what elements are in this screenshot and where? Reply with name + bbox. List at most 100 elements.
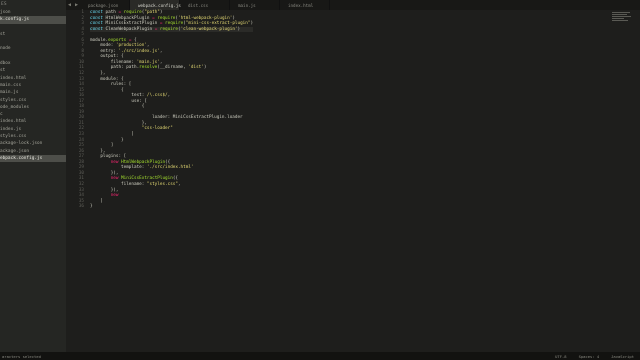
code-token: require [123,10,142,15]
code-token: test: [90,93,147,99]
sidebar-file-item[interactable]: json [0,9,66,16]
sidebar-file-item[interactable]: styles.css [0,97,66,104]
code-token: loader: MiniCssExtractPlugin.loader [90,115,243,121]
encoding-status[interactable]: UTF-8 [549,354,572,359]
sidebar-file-item[interactable]: main.css [0,82,66,89]
code-line[interactable]: const CleanWebpackPlugin = require('clea… [90,26,254,33]
code-token: rules: [ [90,82,132,88]
code-token: path: path. [90,65,140,71]
line-number-gutter: 1 2 3 4 5 6 7 8 9 10 11 12 13 14 15 16 17 18 19 20 21 22 23 24 2… [66,10,86,210]
code-token: HtmlWebpackPlugin [102,15,153,21]
editor-tab[interactable]: dist.css [180,0,230,10]
code-token: "mini-css-extract-plugin" [185,21,251,27]
tab-prev-icon[interactable]: ◀ [66,2,73,8]
sidebar-file-item[interactable]: node [0,45,66,52]
code-token: 'clean-webpack-plugin' [180,26,238,32]
code-token: path [102,10,119,15]
code-token: resolve [139,65,158,71]
code-token: { [90,87,124,93]
code-token: , [146,43,150,49]
editor-tab[interactable]: webpack.config.js [130,0,181,10]
code-token: CleanWebpackPlugin [102,26,155,32]
sidebar-file-item[interactable]: ode_modules [0,104,66,111]
code-token: 'production' [115,43,147,49]
sidebar-file-item[interactable]: index.html [0,75,66,82]
code-token: , [167,93,171,99]
sidebar-file-item[interactable]: main.js [0,89,66,96]
code-token: "path" [144,10,160,15]
sidebar-file-item[interactable]: st [0,67,66,74]
code-token: const [90,10,103,15]
sidebar-file-item[interactable]: c [0,111,66,118]
tab-next-icon[interactable]: ▶ [73,2,80,8]
syntax-status[interactable]: JavaScript [605,354,640,359]
code-token: (__dirname, [157,65,189,71]
code-token: MiniCssExtractPlugin [102,21,160,27]
code-token: ) [237,26,241,32]
indent-status[interactable]: Spaces: 4 [573,354,606,359]
code-token: require [157,15,176,21]
editor-tab[interactable]: package.json [80,0,130,10]
code-token: }, [90,148,106,154]
sidebar-file-item[interactable]: index.html [0,118,66,125]
code-token: module. [90,37,109,43]
selection-status: aracters selected [2,353,41,359]
sidebar-file-item[interactable]: ebpack.config.js [0,154,66,163]
sidebar-file-item[interactable]: ackage-lock.json [0,140,66,147]
code-token: module: { [90,76,124,82]
code-token: "styles.css" [146,181,178,187]
code-token: "css-loader" [141,126,173,132]
code-token: ] [90,198,103,204]
code-token: 'html-webpack-plugin' [177,15,233,21]
code-token: output: { [90,54,124,60]
minimap[interactable] [612,12,632,28]
sidebar-file-item[interactable]: styles.css [0,133,66,140]
sidebar-file-item[interactable] [0,53,66,60]
sidebar-file-item[interactable]: k.config.js [0,16,66,24]
code-token: ) [232,15,235,21]
code-token: filename: [90,181,147,187]
file-tree: json k.config.js st node dbox st index.html mai… [0,9,66,163]
tab-bar: ◀ ▶ package.json webpack.config.js dist.cs… [66,0,640,10]
code-token: const [90,15,103,21]
tab-list: package.json webpack.config.js dist.css mai… [80,0,330,10]
code-line[interactable]: } [90,204,253,210]
code-token: ) [203,65,207,71]
code-token: ) [250,21,254,27]
sidebar-file-item[interactable]: ackage.json [0,148,66,155]
code-token: ({ [172,176,178,182]
code-token: './src/index.js' [118,48,160,54]
code-token: template: [90,165,147,171]
code-token: ] [90,143,114,149]
code-token: }, [90,71,106,77]
code-token: { [131,37,137,43]
code-token: MiniCssExtractPlugin [121,176,173,182]
code-token: exports [108,37,127,43]
sidebar-file-item[interactable]: index.js [0,126,66,133]
code-token: use: [ [90,98,147,104]
file-sidebar: ES json k.config.js st node dbox st index.html… [0,0,66,352]
code-editor[interactable]: 1 2 3 4 5 6 7 8 9 10 11 12 13 14 15 16 17 18 19 20 21 22 23 24 2… [66,10,640,352]
sidebar-file-item[interactable]: st [0,31,66,38]
code-area[interactable]: const path = require("path") const HtmlWe… [90,10,254,210]
code-token: ) [159,10,163,15]
editor-tab[interactable]: index.html [280,0,330,10]
code-token: } [90,204,93,210]
code-token: './src/index.html' [146,165,194,171]
sidebar-file-item[interactable]: dbox [0,60,66,67]
code-token: , [159,48,163,54]
code-token: /\.css$/ [146,93,168,99]
code-token: require [165,21,184,27]
code-token: }), [90,187,119,193]
code-token: { [90,104,145,110]
sidebar-file-item[interactable] [0,38,66,45]
code-token: } [90,137,124,143]
code-token: ] [90,132,134,138]
sidebar-file-item[interactable] [0,24,66,31]
code-token: require [159,26,178,32]
editor-tab[interactable]: main.js [230,0,280,10]
